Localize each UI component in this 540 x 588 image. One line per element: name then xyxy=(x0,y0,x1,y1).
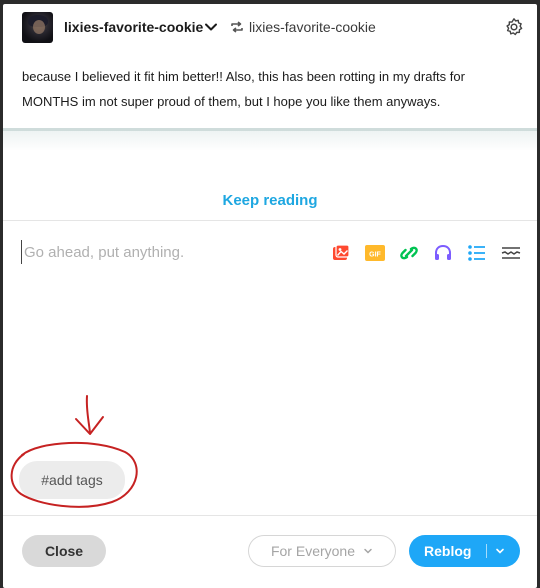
reblog-text-editor[interactable] xyxy=(21,240,326,264)
post-body: because I believed it fit him better!! A… xyxy=(22,64,522,114)
audience-dropdown[interactable]: For Everyone xyxy=(248,535,396,567)
reblog-dialog: lixies-favorite-cookie lixies-favorite-c… xyxy=(3,4,537,588)
audio-button[interactable] xyxy=(431,243,454,263)
photo-icon xyxy=(332,244,350,260)
reblog-icon xyxy=(231,21,243,33)
chevron-down-icon xyxy=(496,548,504,554)
reblog-button-label: Reblog xyxy=(424,543,472,559)
reblog-source-name[interactable]: lixies-favorite-cookie xyxy=(249,19,376,35)
photo-button[interactable] xyxy=(329,243,352,263)
chevron-down-icon[interactable] xyxy=(204,20,218,34)
blog-username[interactable]: lixies-favorite-cookie xyxy=(64,19,203,35)
link-button[interactable] xyxy=(397,243,420,263)
gif-icon-label: GIF xyxy=(369,252,381,259)
avatar[interactable] xyxy=(22,12,53,43)
divider xyxy=(3,220,537,221)
audience-label: For Everyone xyxy=(270,543,356,559)
audio-icon xyxy=(434,244,451,260)
reblog-button[interactable]: Reblog xyxy=(409,535,520,567)
gif-icon: GIF xyxy=(364,245,385,261)
checklist-button[interactable] xyxy=(465,243,488,263)
dialog-header: lixies-favorite-cookie lixies-favorite-c… xyxy=(3,4,537,50)
link-icon xyxy=(399,246,418,260)
gif-button[interactable]: GIF xyxy=(363,243,386,263)
post-text-line: because I believed it fit him better!! A… xyxy=(22,69,465,84)
read-more-icon xyxy=(501,247,520,259)
post-text-line: MONTHS im not super proud of them, but I… xyxy=(22,94,441,109)
read-more-button[interactable] xyxy=(499,243,522,263)
keep-reading-link[interactable]: Keep reading xyxy=(3,192,537,209)
gear-icon[interactable] xyxy=(504,17,524,37)
close-button[interactable]: Close xyxy=(22,535,106,567)
checklist-icon xyxy=(467,245,485,261)
button-separator xyxy=(486,544,487,558)
editor-toolbar: GIF xyxy=(329,243,522,263)
footer-divider xyxy=(3,515,537,516)
post-fade xyxy=(3,131,537,151)
reblog-options-toggle[interactable] xyxy=(495,546,505,556)
chevron-down-icon xyxy=(364,548,372,554)
add-tags-input[interactable] xyxy=(19,461,125,499)
